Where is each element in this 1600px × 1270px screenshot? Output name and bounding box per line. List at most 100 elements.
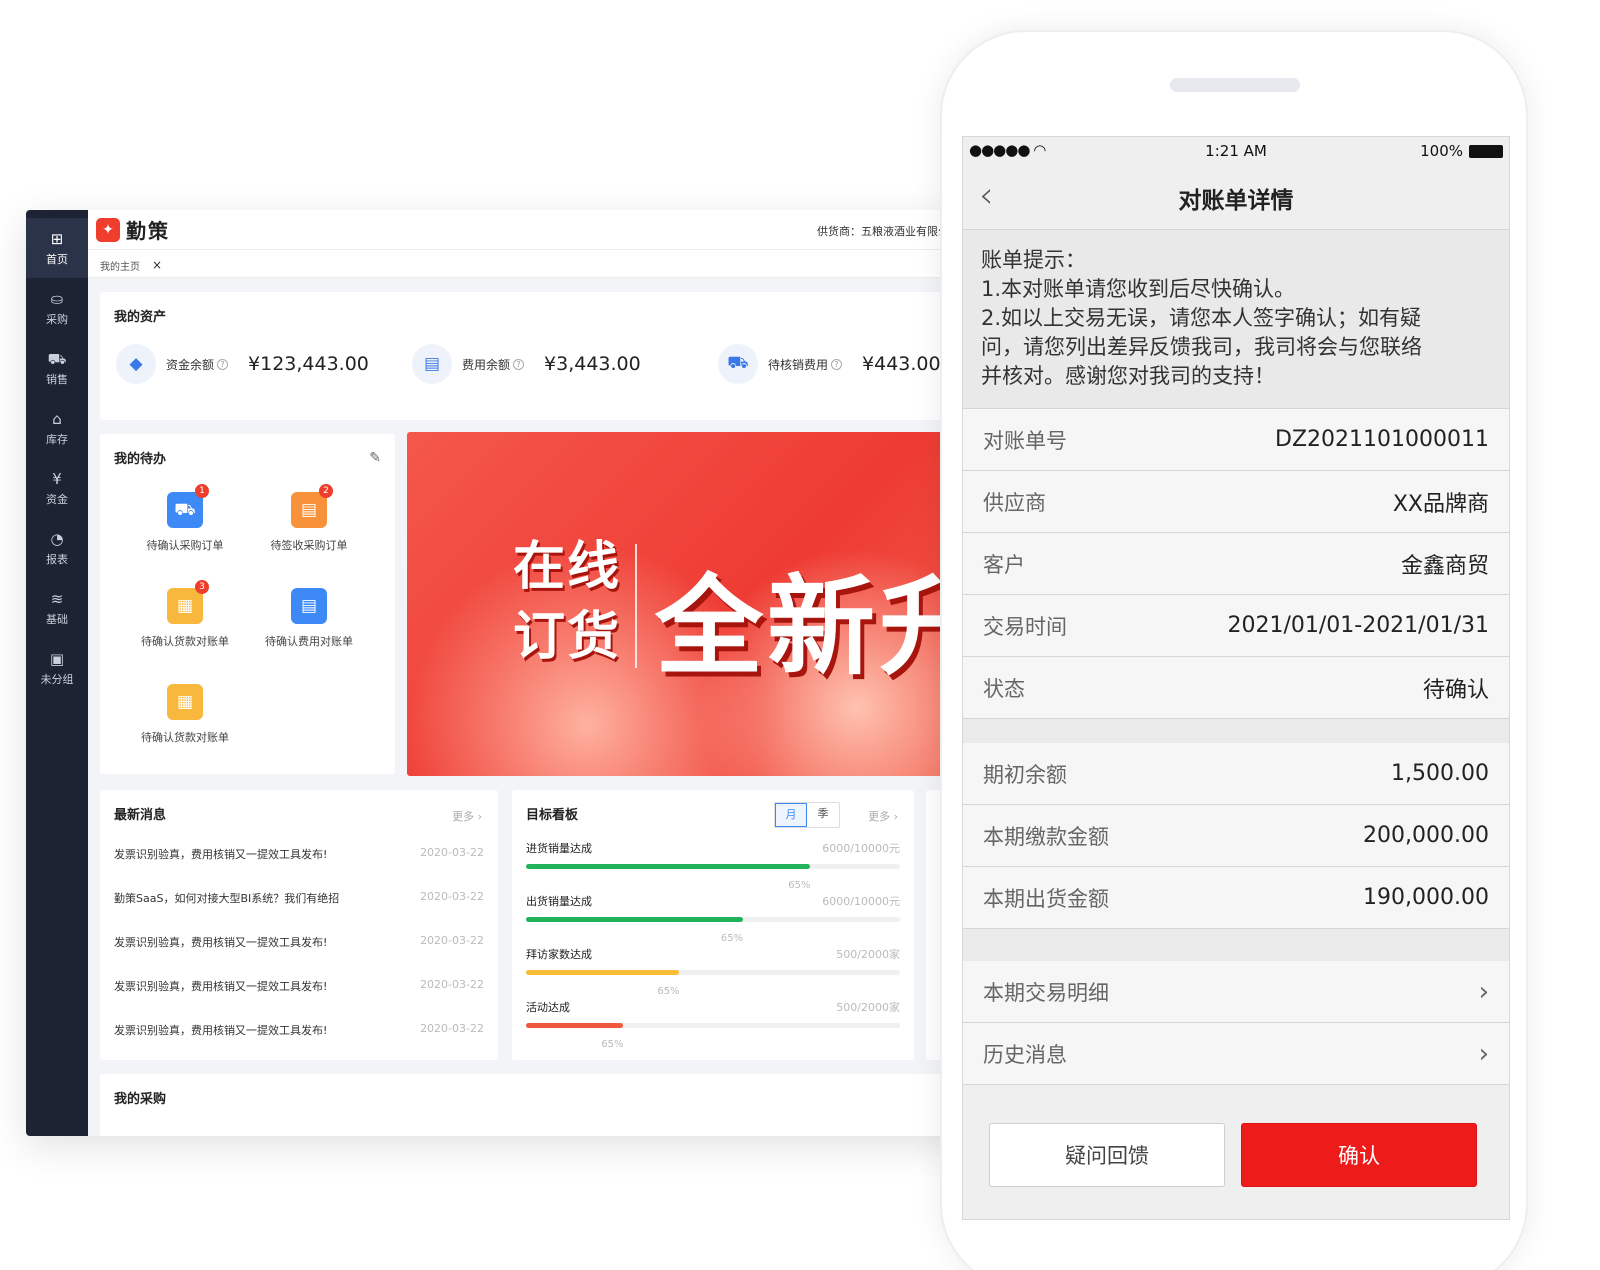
toggle-quarter[interactable]: 季 — [807, 803, 839, 827]
row-key: 交易时间 — [983, 614, 1067, 639]
help-icon[interactable]: ? — [513, 358, 525, 370]
news-row[interactable]: 发票识别验真，费用核销又一提效工具发布! 2020-03-22 — [114, 934, 484, 954]
notice-line: 1.本对账单请您收到后尽快确认。 — [981, 277, 1296, 301]
feedback-button[interactable]: 疑问回馈 — [989, 1123, 1225, 1187]
news-row[interactable]: 勤策SaaS，如何对接大型BI系统？我们有绝招 2020-03-22 — [114, 890, 484, 910]
sidebar: ⊞ 首页 ⛀ 采购 ⛟ 销售 ⌂ 库存 ¥ 资金 ◔ 报表 ≋ 基础 ▣ 未分组 — [26, 210, 88, 1136]
goal-value: 6000/10000元 — [822, 895, 900, 908]
todo-item[interactable]: ▦ 待确认货款对账单 — [120, 684, 250, 745]
assets-title: 我的资产 — [114, 310, 167, 325]
sidebar-item-label: 首页 — [46, 252, 68, 266]
goals-card: 目标看板 月 季 更多 › 进货销量达成 6000/10000元 65% 出货销量… — [512, 790, 914, 1060]
history-messages-link[interactable]: 历史消息 › — [963, 1023, 1509, 1085]
promo-banner[interactable]: 在线 订货 全新升 — [407, 432, 986, 776]
help-icon[interactable]: ? — [831, 358, 843, 370]
goal-name: 进货销量达成 — [526, 842, 592, 855]
banner-subtitle: 在线 订货 — [513, 532, 621, 672]
cart-icon: ⛟ 1 — [167, 484, 209, 528]
detail-row: 状态 待确认 — [963, 657, 1509, 719]
more-link[interactable]: 更多 › — [452, 808, 482, 824]
row-value: DZ2021101000011 — [1275, 427, 1489, 452]
news-row[interactable]: 发票识别验真，费用核销又一提效工具发布! 2020-03-22 — [114, 846, 484, 866]
row-key: 对账单号 — [983, 428, 1067, 453]
chevron-right-icon: › — [1478, 1038, 1489, 1069]
todo-label: 待确认采购订单 — [146, 539, 224, 552]
bill-notice: 账单提示： 1.本对账单请您收到后尽快确认。 2.如以上交易无误，请您本人签字确… — [963, 229, 1509, 409]
phone-speaker — [1170, 78, 1300, 92]
notice-line: 问，请您列出差异反馈我司，我司将会与您联络 — [981, 335, 1422, 359]
sidebar-item-label: 采购 — [46, 312, 68, 326]
nav-bar: ‹ 对账单详情 — [963, 165, 1509, 227]
toggle-month[interactable]: 月 — [775, 803, 807, 827]
todo-label: 待确认费用对账单 — [265, 635, 353, 648]
row-value: 金鑫商贸 — [1400, 553, 1489, 579]
section-gap — [963, 929, 1509, 961]
todo-item[interactable]: ▤ 待确认费用对账单 — [244, 588, 374, 649]
news-text: 发票识别验真，费用核销又一提效工具发布! — [114, 848, 328, 861]
detail-row: 交易时间 2021/01/01-2021/01/31 — [963, 595, 1509, 657]
goal-item: 出货销量达成 6000/10000元 65% — [526, 893, 900, 944]
news-row[interactable]: 发票识别验真，费用核销又一提效工具发布! 2020-03-22 — [114, 978, 484, 998]
sidebar-item-purchase[interactable]: ⛀ 采购 — [26, 278, 88, 338]
tab-home[interactable]: 我的主页 × — [94, 254, 168, 276]
count-badge: 1 — [195, 484, 209, 498]
row-value: 200,000.00 — [1363, 823, 1489, 848]
count-badge: 2 — [319, 484, 333, 498]
news-text: 发票识别验真，费用核销又一提效工具发布! — [114, 1024, 328, 1037]
battery-icon — [1469, 144, 1503, 158]
sidebar-item-funds[interactable]: ¥ 资金 — [26, 458, 88, 518]
more-link[interactable]: 更多 › — [868, 808, 898, 824]
row-key: 本期交易明细 — [983, 980, 1109, 1005]
transaction-detail-link[interactable]: 本期交易明细 › — [963, 961, 1509, 1023]
sidebar-item-label: 销售 — [46, 372, 68, 386]
todo-item[interactable]: ⛟ 1 待确认采购订单 — [120, 484, 250, 553]
goal-item: 活动达成 500/2000家 65% — [526, 999, 900, 1050]
row-key: 供应商 — [983, 490, 1046, 515]
row-value: 2021/01/01-2021/01/31 — [1227, 613, 1489, 638]
period-toggle: 月 季 — [774, 802, 840, 828]
close-icon[interactable]: × — [152, 258, 162, 272]
grid-icon: ⊞ — [50, 229, 64, 248]
progress-percent: 65% — [601, 1039, 624, 1050]
news-date: 2020-03-22 — [420, 1022, 484, 1035]
detail-row: 对账单号 DZ2021101000011 — [963, 409, 1509, 471]
todo-card: 我的待办 ✎ ⛟ 1 待确认采购订单 ▤ 2 待签收采购订单 ▦ 3 待确认货款对账单… — [100, 434, 395, 774]
row-value: XX品牌商 — [1392, 491, 1489, 517]
todo-label: 待确认货款对账单 — [141, 635, 229, 648]
purchase-title: 我的采购 — [114, 1092, 167, 1107]
sidebar-item-basic[interactable]: ≋ 基础 — [26, 578, 88, 638]
sidebar-item-home[interactable]: ⊞ 首页 — [26, 218, 88, 278]
sidebar-item-reports[interactable]: ◔ 报表 — [26, 518, 88, 578]
sidebar-item-inventory[interactable]: ⌂ 库存 — [26, 398, 88, 458]
chevron-right-icon: › — [1478, 976, 1489, 1007]
progress-track: 65% — [526, 970, 900, 997]
logo[interactable]: ✦ 勤策 — [96, 215, 170, 244]
detail-row: 期初余额 1,500.00 — [963, 743, 1509, 805]
progress-percent: 65% — [657, 986, 680, 997]
sidebar-item-ungrouped[interactable]: ▣ 未分组 — [26, 638, 88, 698]
help-icon[interactable]: ? — [217, 358, 229, 370]
progress-fill — [526, 864, 811, 869]
asset-funds: ◆ 资金余额 ? ¥123,443.00 — [116, 344, 369, 384]
goal-value: 500/2000家 — [836, 1001, 900, 1014]
row-key: 历史消息 — [983, 1042, 1067, 1067]
bill-icon: ▦ 3 — [167, 580, 209, 624]
news-date: 2020-03-22 — [420, 934, 484, 947]
todo-item[interactable]: ▤ 2 待签收采购订单 — [244, 484, 374, 553]
sidebar-item-sales[interactable]: ⛟ 销售 — [26, 338, 88, 398]
news-row[interactable]: 发票识别验真，费用核销又一提效工具发布! 2020-03-22 — [114, 1022, 484, 1042]
progress-fill — [526, 1023, 624, 1028]
banner-line1: 在线 — [513, 537, 622, 597]
progress-track: 65% — [526, 1023, 900, 1050]
edit-icon[interactable]: ✎ — [369, 450, 381, 466]
news-date: 2020-03-22 — [420, 978, 484, 991]
goals-title: 目标看板 — [526, 808, 579, 823]
pie-chart-icon: ◔ — [50, 529, 64, 548]
progress-fill — [526, 970, 680, 975]
news-text: 发票识别验真，费用核销又一提效工具发布! — [114, 936, 328, 949]
purchase-card: 我的采购 — [100, 1074, 986, 1136]
todo-item[interactable]: ▦ 3 待确认货款对账单 — [120, 580, 250, 649]
progress-track: 65% — [526, 864, 900, 891]
confirm-button[interactable]: 确认 — [1241, 1123, 1477, 1187]
tab-label: 我的主页 — [100, 261, 140, 273]
